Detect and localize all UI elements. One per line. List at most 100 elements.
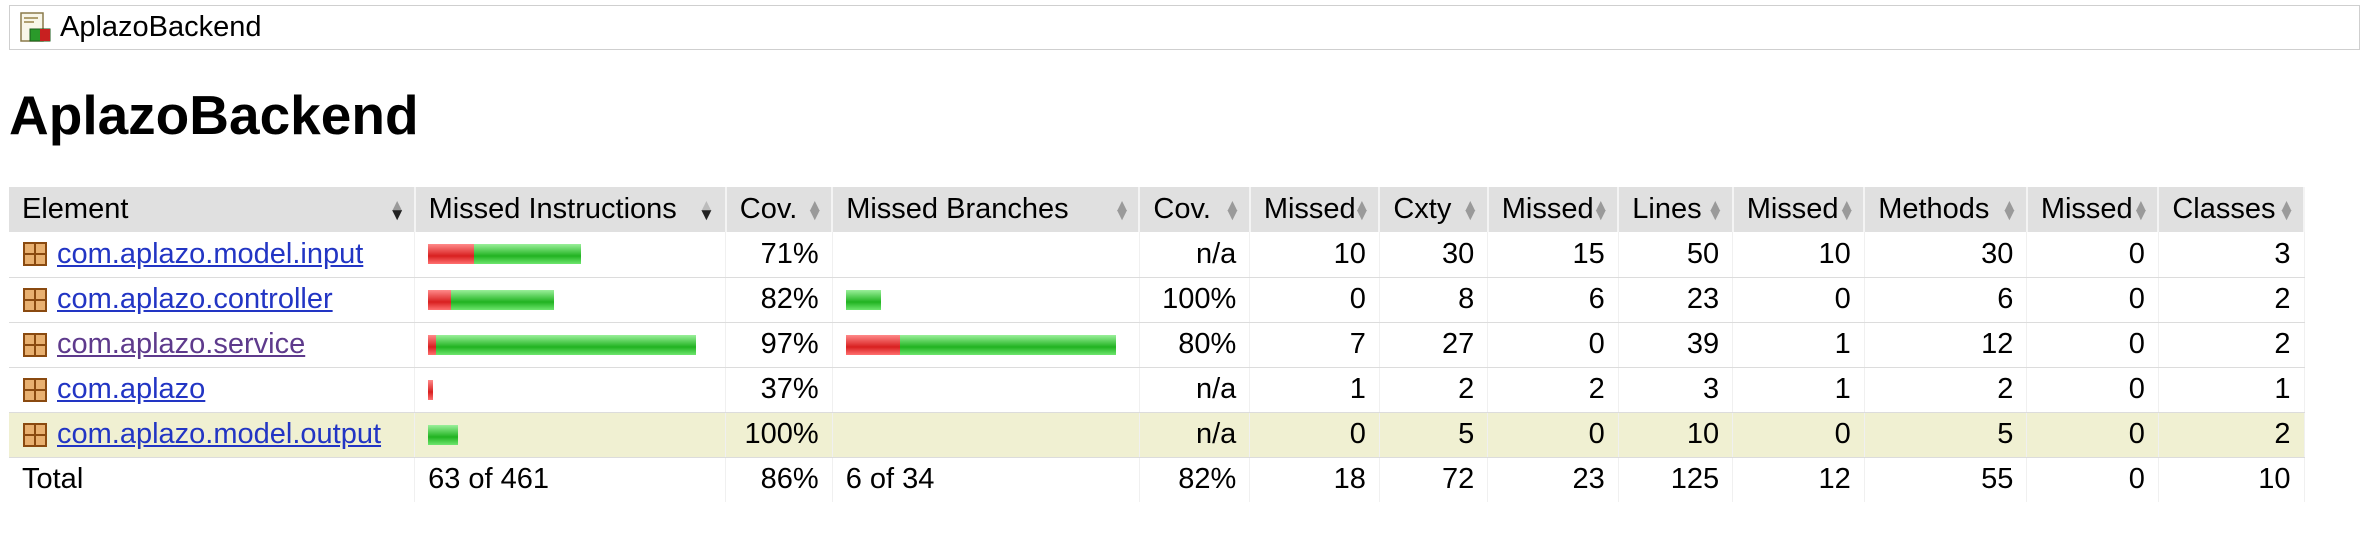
missed-classes: 0 [2026,277,2159,323]
missed-bar [428,244,474,265]
sort-icon: ▲ ▼ [1224,195,1241,224]
sort-icon: ▲ ▼ [2132,195,2150,224]
total-instructions: 63 of 461 [414,457,727,502]
instructions-cov: 82% [725,277,833,323]
instructions-cov: 97% [725,322,833,368]
branches-coverage-bar [845,289,1126,311]
header-cov-instructions[interactable]: Cov. ▲ ▼ [725,187,834,232]
element-cell: com.aplazo.controller [9,277,416,323]
instructions-coverage-bar [428,243,712,265]
header-element[interactable]: Element ▲ ▼ [9,187,416,232]
cxty: 5 [1379,412,1489,458]
branches-bar-cell [832,232,1140,278]
package-link[interactable]: com.aplazo.service [57,328,305,361]
covered-bar [450,289,555,310]
element-cell: com.aplazo.service [9,322,416,368]
header-missed-lines[interactable]: Missed ▲ ▼ [1487,187,1620,232]
total-missed-classes: 0 [2026,457,2159,502]
instructions-coverage-bar [428,289,712,311]
total-classes: 10 [2158,457,2305,502]
missed-methods: 1 [1732,367,1865,413]
header-cov-branches[interactable]: Cov. ▲ ▼ [1139,187,1251,232]
cxty: 27 [1379,322,1489,368]
table-row: com.aplazo.controller 82% 100% 0 8 6 23 0 6 0 2 [9,277,2305,323]
missed-bar [428,379,434,400]
branches-cov: n/a [1139,232,1251,278]
header-missed-label: Missed [1263,193,1356,225]
lines: 10 [1618,412,1734,458]
instructions-cov: 37% [725,367,833,413]
methods: 6 [1864,277,2028,323]
methods: 5 [1864,412,2028,458]
branches-bar-cell [832,322,1140,368]
missed-cxty: 1 [1249,367,1380,413]
instructions-cov: 100% [725,412,833,458]
missed-methods: 1 [1732,322,1865,368]
header-methods-label: Methods [1878,193,1990,225]
header-missed-branches-label: Missed Branches [846,193,1069,225]
package-link[interactable]: com.aplazo [57,373,205,406]
element-cell: com.aplazo [9,367,416,413]
missed-methods: 0 [1732,277,1865,323]
header-missed-label: Missed [1501,193,1594,225]
missed-cxty: 10 [1249,232,1380,278]
missed-lines: 0 [1487,412,1619,458]
total-row: Total 63 of 461 86% 6 of 34 82% 18 72 23… [9,457,2305,502]
header-cov-label: Cov. [739,193,798,225]
package-link[interactable]: com.aplazo.model.input [57,238,363,271]
classes: 2 [2158,412,2305,458]
covered-bar [473,244,581,265]
element-cell: com.aplazo.model.output [9,412,416,458]
instructions-cov: 71% [725,232,833,278]
sort-icon: ▲ ▼ [2278,195,2295,224]
header-lines-label: Lines [1632,193,1702,225]
sort-icon: ▲ ▼ [1838,195,1856,224]
table-row: com.aplazo.model.input 71% n/a 10 30 15 50 10 30… [9,232,2305,278]
header-classes[interactable]: Classes ▲ ▼ [2158,187,2305,232]
sort-icon: ▲ ▼ [697,195,715,224]
instructions-coverage-bar [428,379,712,401]
coverage-table: Element ▲ ▼ Missed Instructions ▲ ▼ Cov. ▲ ▼ M… [9,187,2305,502]
missed-lines: 6 [1487,277,1619,323]
package-link[interactable]: com.aplazo.model.output [57,418,381,451]
header-missed-label: Missed [1746,193,1839,225]
instructions-bar-cell [414,412,727,458]
total-missed-methods: 12 [1732,457,1865,502]
total-methods: 55 [1864,457,2028,502]
header-missed-methods[interactable]: Missed ▲ ▼ [1732,187,1866,232]
total-lines: 125 [1618,457,1734,502]
header-lines[interactable]: Lines ▲ ▼ [1618,187,1734,232]
classes: 2 [2158,322,2305,368]
missed-bar [845,334,900,355]
header-methods[interactable]: Methods ▲ ▼ [1864,187,2028,232]
report-icon [20,11,51,42]
branches-cov: 80% [1139,322,1251,368]
header-cxty[interactable]: Cxty ▲ ▼ [1379,187,1489,232]
methods: 2 [1864,367,2028,413]
header-missed-instructions[interactable]: Missed Instructions ▲ ▼ [414,187,727,232]
sort-icon: ▲ ▼ [388,195,406,224]
total-instructions-cov: 86% [725,457,833,502]
total-branches: 6 of 34 [832,457,1140,502]
total-missed-lines: 23 [1487,457,1619,502]
header-missed-cxty[interactable]: Missed ▲ ▼ [1249,187,1381,232]
instructions-bar-cell [414,367,727,413]
missed-lines: 15 [1487,232,1619,278]
instructions-coverage-bar [428,334,712,356]
package-icon [23,377,47,402]
instructions-coverage-bar [428,424,712,446]
header-missed-classes[interactable]: Missed ▲ ▼ [2026,187,2160,232]
lines: 50 [1618,232,1734,278]
instructions-bar-cell [414,277,727,323]
lines: 3 [1618,367,1734,413]
classes: 1 [2158,367,2305,413]
breadcrumb-label[interactable]: AplazoBackend [60,11,262,44]
table-row: com.aplazo.service 97% 80% 7 27 0 39 1 12 0 2 [9,322,2305,368]
package-link[interactable]: com.aplazo.controller [57,283,333,316]
covered-bar [899,334,1116,355]
cxty: 2 [1379,367,1489,413]
table-row: com.aplazo 37% n/a 1 2 2 3 1 2 0 1 [9,367,2305,413]
missed-methods: 10 [1732,232,1865,278]
sort-icon: ▲ ▼ [1706,195,1724,224]
header-missed-branches[interactable]: Missed Branches ▲ ▼ [832,187,1141,232]
